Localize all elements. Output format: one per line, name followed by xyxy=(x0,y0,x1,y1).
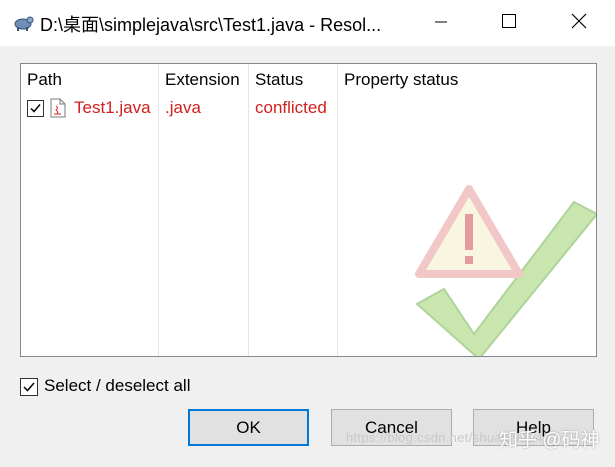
select-all-label[interactable]: Select / deselect all xyxy=(44,376,190,396)
conflict-warning-check-icon xyxy=(399,174,596,356)
window-title: D:\桌面\simplejava\src\Test1.java - Resol.… xyxy=(40,15,382,35)
column-header-path[interactable]: Path xyxy=(27,70,62,90)
column-header-property-status[interactable]: Property status xyxy=(344,70,458,90)
row-extension: .java xyxy=(165,98,201,117)
row-status: conflicted xyxy=(255,98,327,117)
maximize-button[interactable] xyxy=(486,0,532,46)
row-checkbox[interactable] xyxy=(27,100,44,117)
conflict-file-list[interactable]: Path Extension Status Property status Te… xyxy=(20,63,597,357)
zhihu-watermark: 知乎 @码神 xyxy=(499,430,600,451)
title-bar: D:\桌面\simplejava\src\Test1.java - Resol.… xyxy=(0,0,615,46)
column-header-status[interactable]: Status xyxy=(255,70,303,90)
row-path: Test1.java xyxy=(74,98,151,117)
ok-button[interactable]: OK xyxy=(188,409,309,446)
maximize-icon xyxy=(502,13,516,33)
close-icon xyxy=(571,13,587,34)
java-file-icon xyxy=(50,98,66,123)
minimize-icon xyxy=(435,13,447,33)
select-all-checkbox[interactable] xyxy=(20,378,38,396)
table-row[interactable]: Test1.java .java conflicted xyxy=(21,96,596,122)
column-header-extension[interactable]: Extension xyxy=(165,70,240,90)
tortoise-icon xyxy=(12,12,34,32)
minimize-button[interactable] xyxy=(418,0,464,46)
close-button[interactable] xyxy=(556,0,602,46)
